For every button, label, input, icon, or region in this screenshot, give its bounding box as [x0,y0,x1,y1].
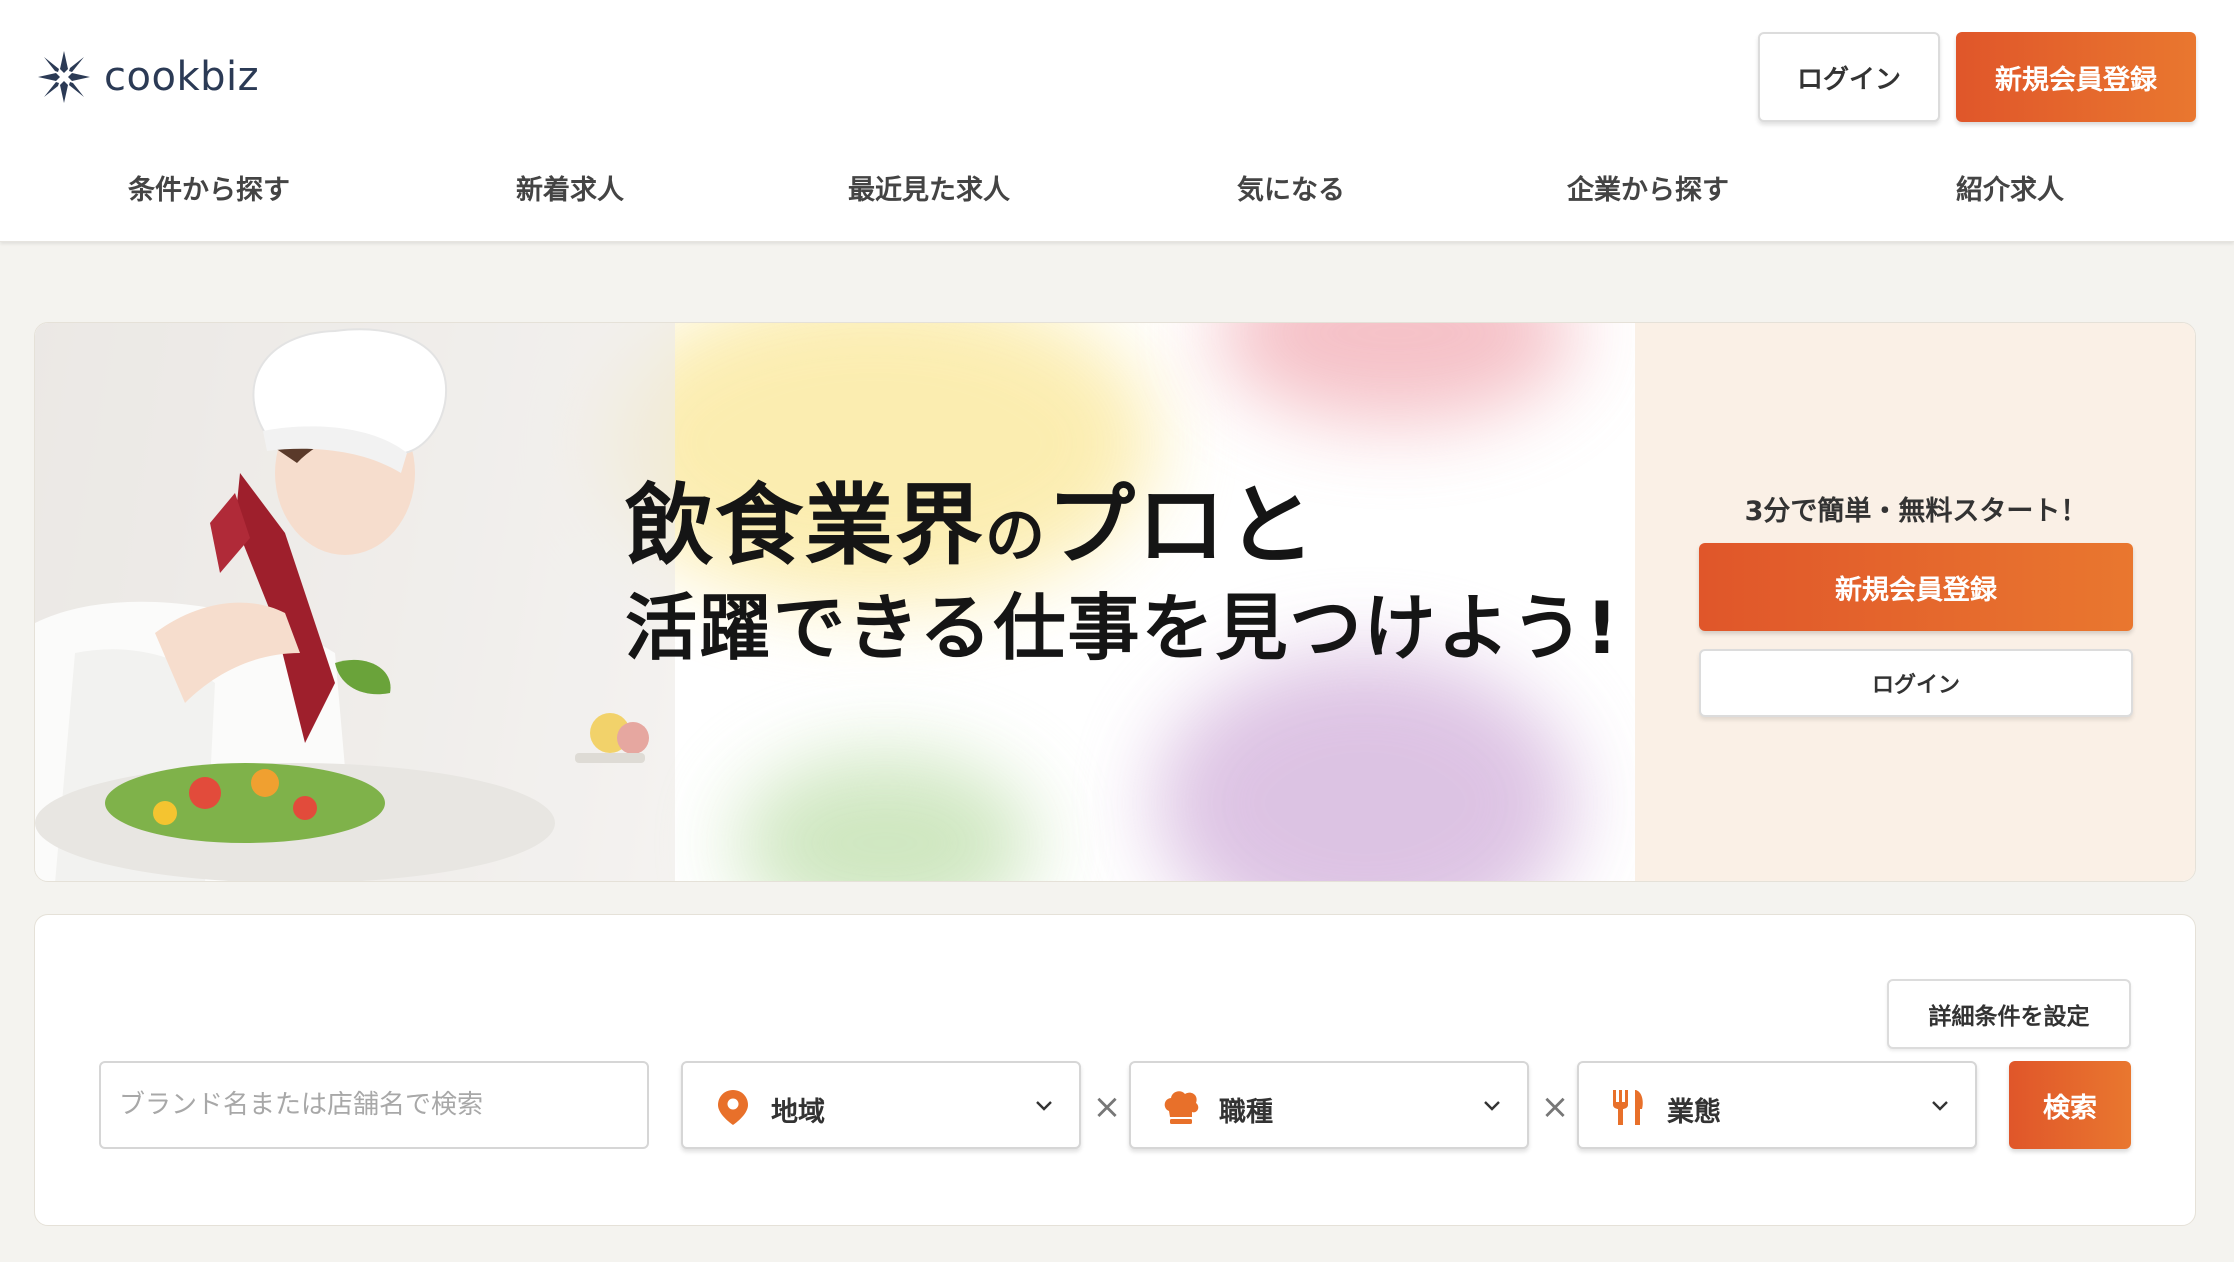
chevron-down-icon [1036,1101,1052,1111]
hero-cta-panel: 3分で簡単・無料スタート！ 新規会員登録 ログイン [1635,323,2195,881]
hero-title-pro: プロと [1047,474,1318,577]
main-nav: 条件から探す 新着求人 最近見た求人 気になる 企業から探す 紹介求人 [0,150,2234,226]
job-type-select-label: 職種 [1219,1097,1273,1128]
separator-times: × [1540,1087,1570,1127]
hero-banner: 飲食業界のプロと 活躍できる仕事を見つけよう! 3分で簡単・無料スタート！ 新規… [34,322,2196,882]
area-select[interactable]: 地域 [681,1061,1081,1149]
business-type-select-label: 業態 [1667,1097,1721,1128]
nav-item-search-companies[interactable]: 企業から探す [1567,168,1729,207]
nav-item-favorites[interactable]: 気になる [1237,168,1345,207]
hero-title-industry: 飲食業界 [625,474,986,577]
cta-login-button[interactable]: ログイン [1699,649,2133,717]
nav-item-new-jobs[interactable]: 新着求人 [516,168,624,207]
chevron-down-icon [1932,1101,1948,1111]
search-panel: 詳細条件を設定 地域 × 職種 × [34,914,2196,1226]
cta-signup-button[interactable]: 新規会員登録 [1699,543,2133,631]
logo[interactable]: cookbiz [34,44,259,110]
cta-caption: 3分で簡単・無料スタート！ [1744,496,2088,527]
color-blob-pink [1215,323,1575,423]
detail-conditions-button[interactable]: 詳細条件を設定 [1887,979,2131,1049]
logo-text: cookbiz [104,54,260,100]
hero-title-line2: 活躍できる仕事を見つけよう! [625,585,1621,670]
chef-illustration [35,323,675,881]
hero-visual: 飲食業界のプロと 活躍できる仕事を見つけよう! [35,323,1635,881]
hero-title-particle: の [985,501,1048,571]
map-pin-icon [718,1090,748,1125]
sparkle-star-icon [38,51,90,103]
hero-title: 飲食業界のプロと 活躍できる仕事を見つけよう! [625,473,1620,671]
hero-title-line1: 飲食業界のプロと [625,473,1620,579]
nav-item-referral-jobs[interactable]: 紹介求人 [1956,168,2064,207]
separator-times: × [1092,1087,1122,1127]
job-type-select[interactable]: 職種 [1129,1061,1529,1149]
site-header: cookbiz ログイン 新規会員登録 条件から探す 新着求人 最近見た求人 気… [0,0,2234,242]
chef-hat-icon [1164,1091,1199,1124]
fork-knife-icon [1613,1090,1643,1125]
chevron-down-icon [1484,1101,1500,1111]
search-submit-button[interactable]: 検索 [2009,1061,2131,1149]
login-button[interactable]: ログイン [1758,32,1940,122]
signup-button[interactable]: 新規会員登録 [1956,32,2196,122]
color-blob-green [735,753,1035,881]
chef-photo [35,323,675,881]
nav-item-search-conditions[interactable]: 条件から探す [128,168,290,207]
area-select-label: 地域 [771,1097,825,1128]
color-blob-purple [1155,653,1575,881]
keyword-search-input[interactable] [99,1061,649,1149]
nav-item-recently-viewed[interactable]: 最近見た求人 [848,168,1010,207]
business-type-select[interactable]: 業態 [1577,1061,1977,1149]
